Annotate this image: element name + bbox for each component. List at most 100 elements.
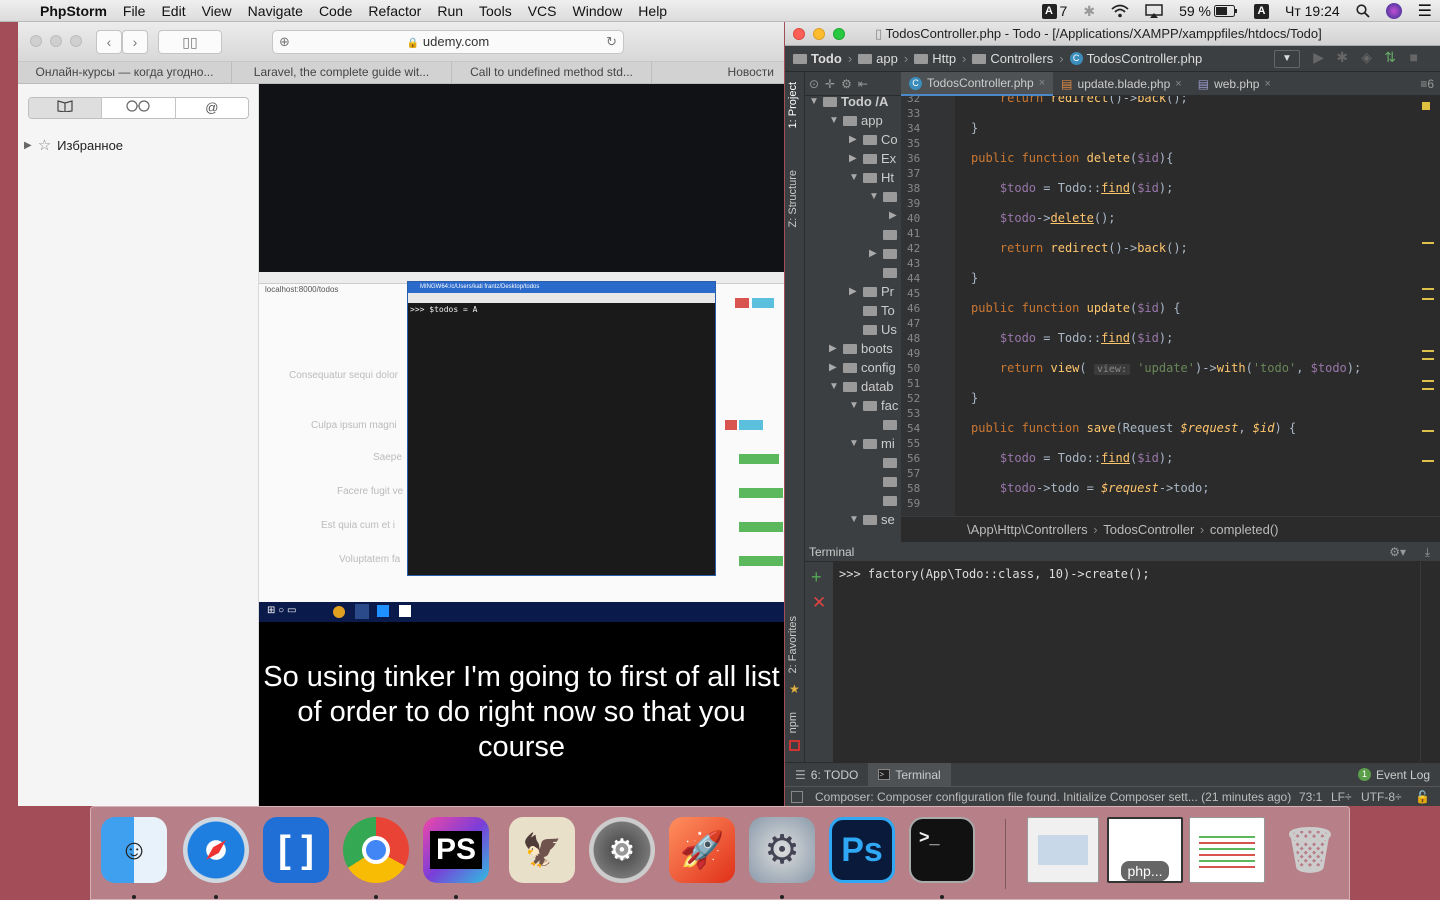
tree-node[interactable]: ▶ config: [829, 358, 896, 377]
address-bar[interactable]: ⊕ 🔒 udemy.com ↻: [272, 30, 624, 54]
terminal-scrollbar[interactable]: [1420, 562, 1440, 762]
menu-refactor[interactable]: Refactor: [360, 0, 429, 22]
tree-node[interactable]: ▶: [889, 206, 901, 225]
tree-node[interactable]: ▼ Ht: [849, 168, 894, 187]
close-button[interactable]: [793, 28, 805, 40]
tree-node[interactable]: [869, 415, 901, 434]
nav-crumb-controllers[interactable]: Controllers: [972, 51, 1053, 66]
tab-todo[interactable]: ☰ 6: TODO: [785, 763, 868, 787]
tree-node[interactable]: [869, 491, 901, 510]
chevron-right-icon[interactable]: ▶: [849, 286, 859, 297]
trash-icon[interactable]: 🗑: [1277, 817, 1343, 883]
back-button[interactable]: ‹: [96, 30, 122, 54]
line-separator[interactable]: LF÷: [1331, 787, 1352, 806]
chevron-down-icon[interactable]: ▼: [849, 400, 859, 411]
code-editor[interactable]: return redirect()->back(); } public func…: [955, 96, 1420, 516]
menu-view[interactable]: View: [194, 0, 240, 22]
panel-toggle-icon[interactable]: [791, 791, 803, 803]
status-message[interactable]: Composer: Composer configuration file fo…: [815, 787, 1291, 806]
mail-stamp-icon[interactable]: 🦅: [509, 817, 575, 883]
coverage-icon[interactable]: ◈: [1361, 49, 1372, 66]
menu-help[interactable]: Help: [630, 0, 675, 22]
tree-node[interactable]: ▶ Co: [849, 130, 898, 149]
menu-app-name[interactable]: PhpStorm: [32, 0, 115, 22]
run-config-dropdown[interactable]: ▼: [1274, 50, 1300, 68]
forward-button[interactable]: ›: [122, 30, 148, 54]
code-crumb-namespace[interactable]: \App\Http\Controllers: [967, 522, 1088, 537]
chevron-right-icon[interactable]: ▶: [889, 210, 899, 221]
minimized-window-chrome[interactable]: [1189, 817, 1265, 883]
safari-icon[interactable]: [183, 817, 249, 883]
zoom-button[interactable]: [70, 35, 82, 47]
new-tab-icon[interactable]: ⊕: [279, 31, 290, 53]
tab-terminal[interactable]: > Terminal: [868, 762, 951, 787]
battery-indicator[interactable]: 59 %: [1179, 3, 1238, 19]
tree-node[interactable]: ▶: [869, 244, 901, 263]
input-source[interactable]: A: [1253, 3, 1269, 19]
chevron-right-icon[interactable]: ▶: [849, 153, 859, 164]
close-session-icon[interactable]: ✕: [812, 594, 826, 612]
video-player[interactable]: localhost:8000/todos Consequatur sequi d…: [259, 84, 784, 806]
tab-list-icon[interactable]: ≡6: [1420, 72, 1440, 95]
close-tab-icon[interactable]: ×: [1175, 78, 1181, 90]
tree-node[interactable]: ▼: [869, 187, 901, 206]
tree-node[interactable]: ▶ Ex: [849, 149, 896, 168]
notification-center-icon[interactable]: ☰: [1418, 1, 1432, 21]
shared-links-segment[interactable]: @: [176, 98, 248, 118]
tree-node[interactable]: [869, 472, 901, 491]
adjust-indicator[interactable]: A7: [1041, 3, 1067, 19]
tree-node[interactable]: ▼ app: [829, 111, 883, 130]
bookmarks-segment[interactable]: [29, 98, 103, 118]
caret-position[interactable]: 73:1: [1299, 787, 1322, 806]
tab-undefined-method[interactable]: Call to undefined method std...: [452, 62, 652, 84]
chevron-right-icon[interactable]: ▶: [849, 134, 859, 145]
tab-structure[interactable]: Z: Structure: [787, 170, 799, 227]
new-session-icon[interactable]: +: [811, 568, 822, 586]
siri-icon[interactable]: [1385, 3, 1402, 19]
menu-file[interactable]: File: [115, 0, 154, 22]
menu-run[interactable]: Run: [429, 0, 471, 22]
terminal-icon[interactable]: >_: [909, 817, 975, 883]
run-icon[interactable]: ▶: [1313, 49, 1324, 66]
close-tab-icon[interactable]: ×: [1264, 78, 1270, 90]
stop-icon[interactable]: ■: [1410, 49, 1418, 65]
tree-node[interactable]: Us: [849, 320, 897, 339]
tab-favorites[interactable]: 2: Favorites: [787, 616, 799, 673]
lock-icon[interactable]: 🔓: [1415, 787, 1430, 806]
tab-udemy[interactable]: Онлайн-курсы — когда угодно...: [18, 62, 232, 84]
chevron-right-icon[interactable]: ▶: [869, 248, 879, 259]
inspection-status-icon[interactable]: [1422, 102, 1430, 110]
system-preferences-icon[interactable]: ⚙: [589, 817, 655, 883]
close-tab-icon[interactable]: ×: [1039, 77, 1045, 89]
minimize-button[interactable]: [50, 35, 62, 47]
finder-icon[interactable]: ☺: [101, 817, 167, 883]
minimized-window-php[interactable]: php...: [1107, 817, 1183, 883]
tree-node[interactable]: ▼ datab: [829, 377, 894, 396]
chevron-down-icon[interactable]: ▼: [849, 514, 859, 525]
tree-node[interactable]: [869, 225, 901, 244]
reading-list-segment[interactable]: [102, 98, 176, 118]
chevron-down-icon[interactable]: ▼: [829, 115, 839, 126]
chevron-down-icon[interactable]: ▼: [869, 191, 879, 202]
nav-crumb-project[interactable]: Todo: [793, 51, 842, 66]
chevron-down-icon[interactable]: ▼: [829, 381, 839, 392]
chevron-right-icon[interactable]: ▶: [829, 343, 839, 354]
hide-panel-icon[interactable]: ⤓: [1425, 542, 1430, 562]
wifi-icon[interactable]: [1111, 4, 1129, 18]
file-encoding[interactable]: UTF-8÷: [1361, 787, 1402, 806]
tree-node[interactable]: [869, 453, 901, 472]
brackets-icon[interactable]: [ ]: [263, 817, 329, 883]
editor-scrollbar[interactable]: [1420, 96, 1440, 516]
tree-node[interactable]: ▶ boots: [829, 339, 893, 358]
zoom-button[interactable]: [833, 28, 845, 40]
close-button[interactable]: [30, 35, 42, 47]
tree-node[interactable]: ▼ mi: [849, 434, 895, 453]
code-crumb-method[interactable]: completed(): [1210, 522, 1279, 537]
menu-code[interactable]: Code: [311, 0, 360, 22]
minimized-window-finder[interactable]: [1027, 817, 1099, 883]
chevron-down-icon[interactable]: ▼: [809, 96, 819, 107]
menu-window[interactable]: Window: [565, 0, 631, 22]
menu-vcs[interactable]: VCS: [520, 0, 565, 22]
spotlight-icon[interactable]: [1356, 4, 1370, 18]
tree-node[interactable]: To: [849, 301, 895, 320]
